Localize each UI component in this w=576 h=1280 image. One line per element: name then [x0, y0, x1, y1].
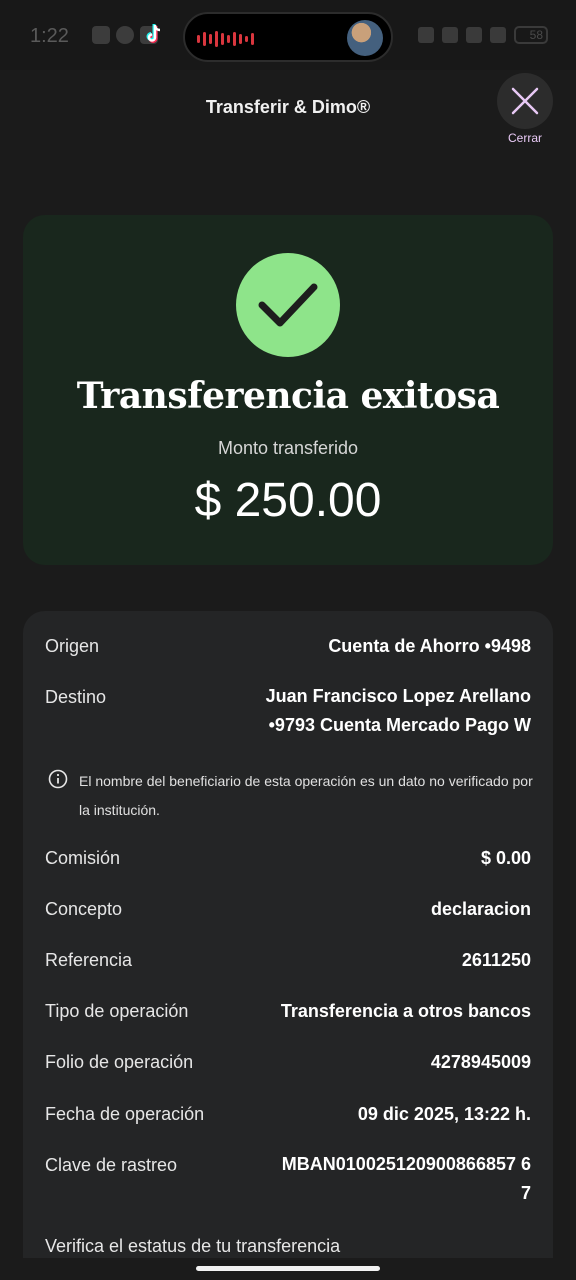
comision-label: Comisión — [45, 848, 121, 868]
folio-label: Folio de operación — [45, 1052, 194, 1072]
audio-wave-icon — [197, 31, 254, 47]
page-title: Transferir & Dimo® — [205, 97, 371, 117]
verify-status-link[interactable]: Verifica el estatus de tu transferencia — [45, 1236, 340, 1257]
whatsapp-icon — [116, 26, 134, 44]
status-bar: 1:22 58 — [0, 0, 576, 70]
signal-icon — [490, 27, 506, 43]
home-handle[interactable] — [196, 1266, 380, 1271]
destino-value: Juan Francisco Lopez Arellano •9793 Cuen… — [266, 682, 531, 740]
battery-icon: 58 — [514, 26, 548, 44]
clave-value: MBAN010025120900866857 6 7 — [282, 1150, 531, 1208]
destino-label: Destino — [45, 687, 107, 707]
dynamic-island[interactable] — [183, 12, 393, 62]
media-avatar — [347, 20, 383, 56]
destino-account: •9793 Cuenta Mercado Pago W — [268, 715, 531, 735]
wifi-icon — [466, 27, 482, 43]
bluetooth-icon — [418, 27, 434, 43]
header: Transferir & Dimo® Cerrar — [0, 70, 576, 160]
nav-bar — [0, 1258, 576, 1280]
tipo-value: Transferencia a otros bancos — [280, 1001, 531, 1021]
tipo-label: Tipo de operación — [45, 1001, 189, 1021]
destino-name: Juan Francisco Lopez Arellano — [265, 686, 531, 706]
success-badge — [236, 253, 340, 357]
status-system-icons: 58 — [418, 26, 548, 44]
status-time: 1:22 — [30, 25, 69, 47]
details-card: Origen Cuenta de Ahorro •9498 Destino Ju… — [23, 611, 553, 1280]
check-icon — [258, 283, 318, 327]
concepto-value: declaracion — [430, 899, 531, 919]
tiktok-icon — [146, 24, 161, 43]
fecha-value: 09 dic 2025, 13:22 h. — [357, 1104, 531, 1124]
clave-label: Clave de rastreo — [45, 1155, 178, 1175]
amount-label: Monto transferido — [217, 438, 359, 458]
fecha-label: Fecha de operación — [45, 1104, 205, 1124]
notice-text: El nombre del beneficiario de esta opera… — [79, 773, 533, 818]
close-icon — [511, 87, 539, 115]
folio-value: 4278945009 — [430, 1052, 531, 1072]
success-card: Transferencia exitosa Monto transferido … — [23, 215, 553, 565]
vibrate-icon — [442, 27, 458, 43]
success-title: Transferencia exitosa — [76, 375, 500, 417]
origen-value: Cuenta de Ahorro •9498 — [328, 636, 531, 656]
close-label[interactable]: Cerrar — [490, 131, 560, 145]
referencia-label: Referencia — [45, 950, 133, 970]
close-button[interactable] — [497, 73, 553, 129]
clave-line2: 7 — [520, 1183, 531, 1203]
app-icon — [92, 26, 110, 44]
clave-line1: MBAN010025120900866857 6 — [281, 1154, 531, 1174]
comision-value: $ 0.00 — [480, 848, 531, 868]
referencia-value: 2611250 — [461, 950, 531, 970]
info-icon — [48, 769, 68, 789]
amount-value: $ 250.00 — [194, 474, 382, 527]
concepto-label: Concepto — [45, 899, 123, 919]
origen-label: Origen — [45, 636, 100, 656]
